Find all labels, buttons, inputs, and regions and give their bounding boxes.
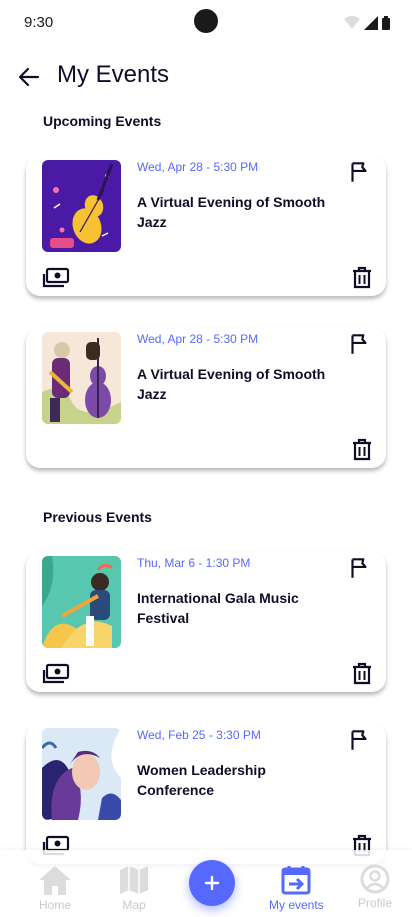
calendar-icon bbox=[281, 866, 311, 895]
nav-label: My events bbox=[269, 898, 324, 912]
event-image[interactable] bbox=[42, 160, 121, 252]
profile-icon bbox=[360, 864, 390, 894]
nav-map[interactable]: Map bbox=[118, 864, 150, 912]
report-button[interactable] bbox=[346, 727, 372, 753]
signal-icon bbox=[364, 16, 378, 30]
trash-icon bbox=[353, 266, 371, 289]
map-icon bbox=[120, 866, 148, 894]
battery-icon bbox=[382, 16, 390, 30]
nav-home[interactable]: Home bbox=[37, 864, 73, 912]
nav-label: Map bbox=[122, 898, 146, 912]
flag-icon bbox=[351, 162, 367, 182]
delete-button[interactable] bbox=[352, 662, 372, 686]
delete-button[interactable] bbox=[352, 266, 372, 290]
bottom-navigation: Home Map My events Profile bbox=[0, 850, 412, 917]
event-image[interactable] bbox=[42, 556, 121, 648]
nav-profile[interactable]: Profile bbox=[358, 864, 392, 910]
ticket-icon bbox=[42, 267, 70, 288]
nav-label: Home bbox=[38, 898, 71, 912]
event-title[interactable]: International Gala Music Festival bbox=[137, 588, 337, 628]
back-button[interactable] bbox=[14, 62, 44, 92]
event-title[interactable]: A Virtual Evening of Smooth Jazz bbox=[137, 192, 337, 232]
event-image[interactable] bbox=[42, 728, 121, 820]
nav-my-events[interactable]: My events bbox=[269, 864, 324, 912]
event-card[interactable]: Wed, Apr 28 - 5:30 PM A Virtual Evening … bbox=[26, 328, 386, 468]
ticket-icon bbox=[42, 663, 70, 684]
event-date: Wed, Apr 28 - 5:30 PM bbox=[137, 160, 259, 174]
ticket-button[interactable] bbox=[42, 662, 70, 686]
event-title[interactable]: Women Leadership Conference bbox=[137, 760, 337, 800]
report-button[interactable] bbox=[346, 159, 372, 185]
delete-button[interactable] bbox=[352, 438, 372, 462]
plus-icon bbox=[204, 875, 220, 891]
page-title: My Events bbox=[57, 61, 170, 88]
ticket-button[interactable] bbox=[42, 266, 70, 290]
upcoming-events-heading: Upcoming Events bbox=[43, 113, 162, 129]
trash-icon bbox=[353, 662, 371, 685]
back-arrow-icon bbox=[18, 67, 40, 87]
event-date: Thu, Mar 6 - 1:30 PM bbox=[137, 556, 251, 570]
camera-cutout bbox=[194, 9, 218, 33]
event-card[interactable]: Wed, Apr 28 - 5:30 PM A Virtual Evening … bbox=[26, 156, 386, 296]
nav-label: Profile bbox=[358, 896, 393, 910]
flag-icon bbox=[351, 730, 367, 750]
report-button[interactable] bbox=[346, 555, 372, 581]
trash-icon bbox=[353, 438, 371, 461]
flag-icon bbox=[351, 334, 367, 354]
home-icon bbox=[39, 866, 71, 895]
report-button[interactable] bbox=[346, 331, 372, 357]
event-image[interactable] bbox=[42, 332, 121, 424]
status-icons bbox=[344, 16, 390, 30]
event-card[interactable]: Wed, Feb 25 - 3:30 PM Women Leadership C… bbox=[26, 724, 386, 864]
status-bar: 9:30 bbox=[0, 0, 412, 44]
event-date: Wed, Feb 25 - 3:30 PM bbox=[137, 728, 261, 742]
event-title[interactable]: A Virtual Evening of Smooth Jazz bbox=[137, 364, 337, 404]
app-header: My Events bbox=[0, 58, 412, 94]
status-time: 9:30 bbox=[24, 14, 54, 31]
event-date: Wed, Apr 28 - 5:30 PM bbox=[137, 332, 259, 346]
create-event-button[interactable] bbox=[189, 860, 235, 906]
flag-icon bbox=[351, 558, 367, 578]
wifi-icon bbox=[344, 16, 360, 29]
event-card[interactable]: Thu, Mar 6 - 1:30 PM International Gala … bbox=[26, 552, 386, 692]
previous-events-heading: Previous Events bbox=[43, 509, 152, 525]
